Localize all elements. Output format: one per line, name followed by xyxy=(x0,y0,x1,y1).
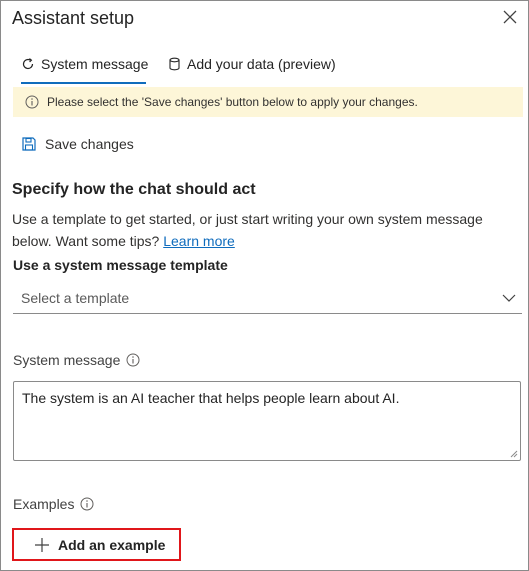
add-example-label: Add an example xyxy=(58,536,166,553)
tab-add-your-data[interactable]: Add your data (preview) xyxy=(168,56,336,84)
description-line-2: below. Want some tips? Learn more xyxy=(12,230,512,252)
examples-label: Examples xyxy=(13,496,94,512)
tab-label: Add your data (preview) xyxy=(187,56,336,72)
panel-title: Assistant setup xyxy=(12,8,135,28)
system-message-textarea[interactable]: The system is an AI teacher that helps p… xyxy=(13,381,521,461)
system-message-value: The system is an AI teacher that helps p… xyxy=(22,390,400,406)
info-icon xyxy=(25,95,39,109)
info-icon[interactable] xyxy=(80,497,94,511)
save-changes-label: Save changes xyxy=(45,136,134,152)
database-icon xyxy=(169,57,180,71)
info-icon[interactable] xyxy=(126,353,140,367)
template-dropdown[interactable]: Select a template xyxy=(13,283,522,314)
examples-label-text: Examples xyxy=(13,496,75,512)
description-text: below. Want some tips? xyxy=(12,233,160,249)
save-changes-button[interactable]: Save changes xyxy=(21,133,134,155)
section-heading: Specify how the chat should act xyxy=(12,181,256,198)
info-banner: Please select the 'Save changes' button … xyxy=(13,87,523,117)
assistant-setup-panel: Assistant setup System message Add your … xyxy=(0,0,529,571)
add-example-button[interactable]: Add an example xyxy=(12,528,181,561)
description-line-1: Use a template to get started, or just s… xyxy=(12,211,483,227)
plus-icon xyxy=(35,537,49,552)
tab-label: System message xyxy=(41,56,149,72)
system-message-label-text: System message xyxy=(13,352,121,368)
close-icon xyxy=(503,10,517,24)
system-message-label: System message xyxy=(13,352,140,368)
section-description: Use a template to get started, or just s… xyxy=(12,208,512,252)
close-button[interactable] xyxy=(502,9,518,25)
resize-grip-icon[interactable] xyxy=(510,450,518,458)
refresh-icon xyxy=(22,58,34,70)
banner-text: Please select the 'Save changes' button … xyxy=(47,95,418,109)
save-icon xyxy=(22,137,36,151)
learn-more-link[interactable]: Learn more xyxy=(163,233,235,249)
tab-system-message[interactable]: System message xyxy=(21,56,149,84)
chevron-down-icon xyxy=(502,294,516,302)
template-placeholder: Select a template xyxy=(21,290,130,306)
template-label: Use a system message template xyxy=(13,257,228,273)
